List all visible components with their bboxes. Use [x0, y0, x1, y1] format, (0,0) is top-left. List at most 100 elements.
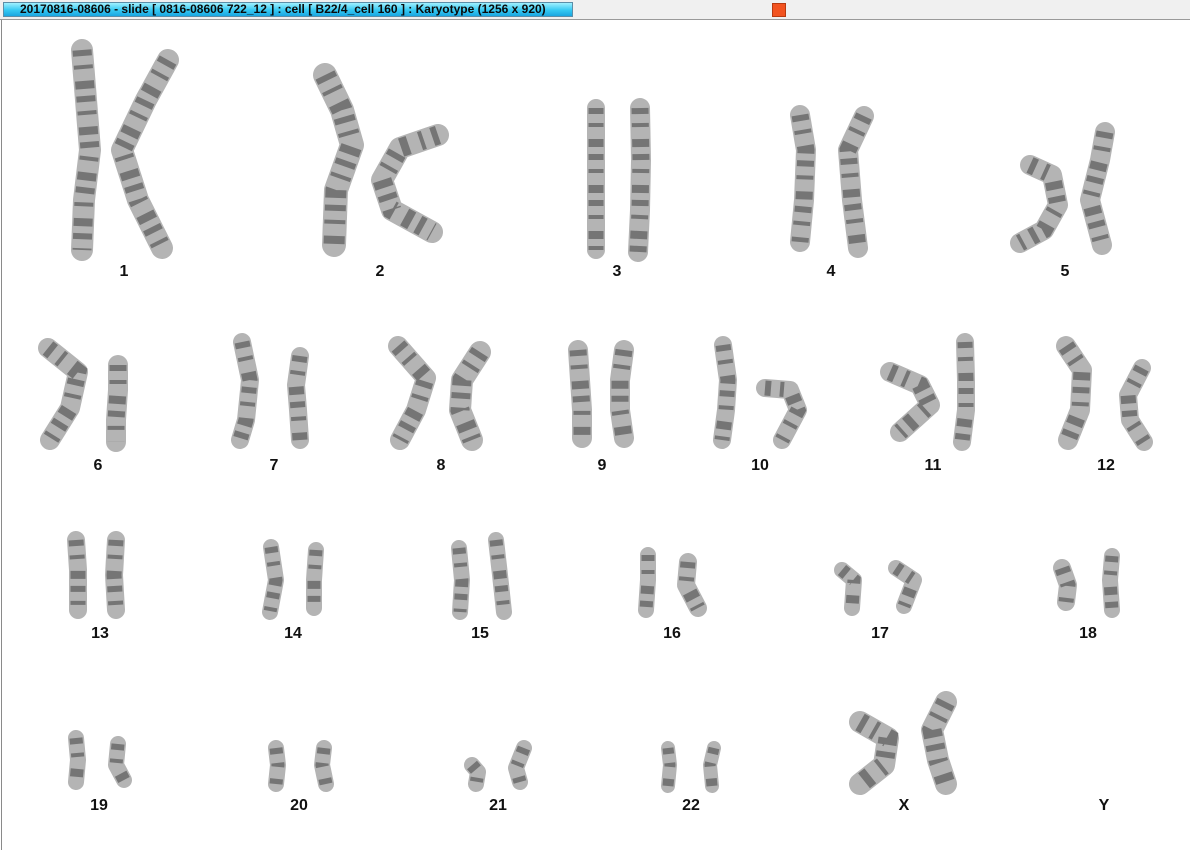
- chromosome-pair-1[interactable]: [71, 39, 179, 261]
- chromatid: [713, 336, 737, 449]
- chromatid: [834, 562, 862, 616]
- chromatid: [677, 553, 707, 617]
- chromatid: [71, 39, 101, 261]
- chromosome-pair-6[interactable]: [38, 338, 128, 452]
- chromosome-pair-14[interactable]: [262, 539, 324, 620]
- chromosome-pair-2[interactable]: [313, 63, 449, 257]
- chromosome-label-X: X: [899, 797, 910, 814]
- chromatid: [1080, 122, 1115, 255]
- chromosome-pair-20[interactable]: [268, 740, 334, 792]
- chromosome-pair-11[interactable]: [880, 333, 975, 451]
- chromatid: [1053, 559, 1077, 611]
- chromatid: [38, 338, 88, 450]
- chromosome-label-1: 1: [120, 263, 129, 280]
- chromosome-pair-7[interactable]: [231, 333, 309, 449]
- chromosome-pair-8[interactable]: [388, 336, 491, 451]
- chromatid-body: [610, 340, 634, 448]
- chromatid: [106, 355, 128, 452]
- chromosome-label-4: 4: [827, 263, 836, 280]
- window-title-tab[interactable]: 20170816-08606 - slide [ 0816-08606 722_…: [3, 2, 573, 17]
- chromosome-pair-9[interactable]: [568, 340, 634, 448]
- chromosome-pair-17[interactable]: [834, 560, 922, 616]
- chromosome-label-7: 7: [270, 457, 279, 474]
- chromosome-label-15: 15: [471, 625, 489, 642]
- chromatid: [464, 757, 486, 792]
- chromatid: [313, 63, 364, 257]
- chromosome-pair-12[interactable]: [1056, 336, 1153, 451]
- chromatid: [371, 124, 449, 243]
- chromatid: [790, 105, 816, 252]
- chromosome-label-8: 8: [437, 457, 446, 474]
- chromatid: [953, 333, 975, 451]
- chromosome-label-5: 5: [1061, 263, 1070, 280]
- chromosome-label-Y: Y: [1099, 797, 1110, 814]
- chromosome-pair-3[interactable]: [587, 98, 651, 262]
- window-titlebar: 20170816-08606 - slide [ 0816-08606 722_…: [0, 0, 1190, 20]
- chromatid: [838, 106, 874, 258]
- chromatid: [287, 347, 309, 449]
- chromosome-pair-10[interactable]: [713, 336, 807, 449]
- chromosome-label-10: 10: [751, 457, 769, 474]
- chromatid: [306, 542, 324, 616]
- chromosome-pair-22[interactable]: [661, 741, 721, 793]
- chromosome-pair-21[interactable]: [464, 740, 532, 792]
- chromatid: [1056, 336, 1092, 450]
- chromosome-pair-5[interactable]: [1010, 122, 1115, 255]
- chromosome-label-3: 3: [613, 263, 622, 280]
- chromosome-label-9: 9: [598, 457, 607, 474]
- chromatid: [880, 362, 941, 442]
- chromatid-bands: [371, 126, 442, 241]
- chromosome-label-6: 6: [94, 457, 103, 474]
- chromosome-label-13: 13: [91, 625, 109, 642]
- chromatid: [638, 547, 656, 618]
- chromatid: [449, 341, 491, 451]
- chromosome-label-21: 21: [489, 797, 507, 814]
- chromatid: [610, 340, 634, 448]
- chromosome-label-22: 22: [682, 797, 700, 814]
- chromatid: [1102, 548, 1120, 618]
- chromatid: [628, 98, 651, 262]
- chromatid: [1119, 359, 1153, 451]
- close-icon[interactable]: [772, 3, 786, 17]
- chromatid: [756, 379, 807, 449]
- chromatid: [262, 539, 284, 620]
- chromatid: [921, 691, 957, 795]
- chromosome-pair-19[interactable]: [68, 730, 132, 790]
- chromatid: [508, 740, 532, 790]
- chromatid: [108, 736, 132, 788]
- chromosome-label-14: 14: [284, 625, 302, 642]
- chromatid: [1010, 155, 1068, 253]
- chromatid: [67, 531, 87, 619]
- chromatid: [388, 336, 436, 450]
- chromosome-label-16: 16: [663, 625, 681, 642]
- chromatid: [451, 540, 470, 620]
- chromosome-label-19: 19: [90, 797, 108, 814]
- chromosome-pair-4[interactable]: [790, 105, 874, 258]
- chromatid-body: [628, 98, 651, 262]
- chromosome-label-12: 12: [1097, 457, 1115, 474]
- karyotype-panel: 1 2 3 4 56 7 8 9 10 11 1213 14 15 16 17 1819 20 21 22 X Y: [38, 39, 1153, 814]
- chromatid: [105, 531, 125, 619]
- chromosome-label-17: 17: [871, 625, 889, 642]
- chromatid: [314, 740, 334, 792]
- chromatid: [488, 532, 512, 620]
- chromatid: [231, 333, 259, 449]
- chromosome-pair-18[interactable]: [1053, 548, 1120, 618]
- chromatid: [111, 49, 179, 259]
- chromatid-body: [287, 347, 309, 449]
- chromosome-pair-X[interactable]: [849, 691, 957, 795]
- chromatid: [888, 560, 922, 614]
- chromosome-pair-16[interactable]: [638, 547, 707, 618]
- chromosome-pair-15[interactable]: [451, 532, 512, 620]
- chromatid: [568, 340, 592, 448]
- chromosome-label-20: 20: [290, 797, 308, 814]
- chromatid: [703, 741, 721, 793]
- chromatid: [268, 740, 286, 792]
- chromatid: [68, 730, 86, 790]
- chromosome-pair-13[interactable]: [67, 531, 125, 619]
- chromosome-label-2: 2: [376, 263, 385, 280]
- chromatid: [661, 741, 677, 793]
- chromosome-label-18: 18: [1079, 625, 1097, 642]
- chromatid: [849, 711, 899, 795]
- chromosome-label-11: 11: [925, 457, 942, 474]
